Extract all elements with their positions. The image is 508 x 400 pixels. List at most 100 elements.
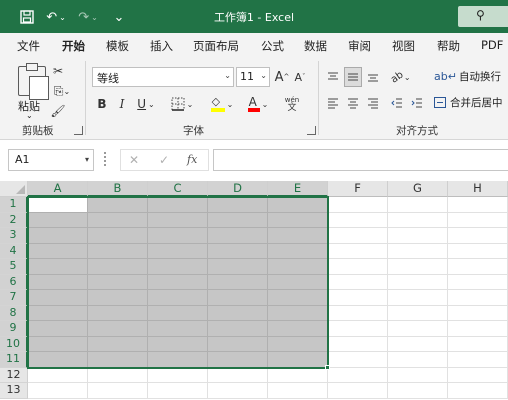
italic-button[interactable]: I [114,95,130,113]
cell-a12[interactable] [28,367,88,383]
cell-a9[interactable] [28,321,88,337]
cell-f10[interactable] [328,336,388,352]
cell-h7[interactable] [448,290,508,306]
worksheet-grid[interactable]: A B C D E F G H 1 2 3 4 5 6 7 8 9 10 11 12 13 [0,181,508,400]
cell-d1[interactable] [208,197,268,213]
cell-e7[interactable] [268,290,328,306]
cell-b12[interactable] [88,367,148,383]
cell-b8[interactable] [88,305,148,321]
cell-f1[interactable] [328,197,388,213]
cell-a11[interactable] [28,352,88,368]
cell-b13[interactable] [88,383,148,399]
format-painter-icon[interactable]: 🖌 [50,103,66,119]
cell-b7[interactable] [88,290,148,306]
cell-b2[interactable] [88,212,148,228]
cell-a5[interactable] [28,259,88,275]
cell-h10[interactable] [448,336,508,352]
cell-d6[interactable] [208,274,268,290]
row-header-10[interactable]: 10 [0,336,28,352]
tab-file[interactable]: 文件 [17,38,40,54]
search-box[interactable]: ⚲ [458,6,508,27]
cell-c6[interactable] [148,274,208,290]
font-name-select[interactable]: 等线 ⌄ [92,67,234,87]
column-header-a[interactable]: A [28,181,88,197]
cell-e4[interactable] [268,243,328,259]
merge-center-button[interactable]: 合并后居中 [434,95,503,110]
cell-e13[interactable] [268,383,328,399]
tab-view[interactable]: 视图 [392,38,415,54]
select-all-button[interactable] [0,181,28,197]
cell-g2[interactable] [388,212,448,228]
cell-d13[interactable] [208,383,268,399]
font-color-button[interactable]: A ⌄ [244,93,272,115]
formula-bar-splitter[interactable] [104,152,107,166]
cell-h6[interactable] [448,274,508,290]
cell-c2[interactable] [148,212,208,228]
cell-d7[interactable] [208,290,268,306]
cell-g11[interactable] [388,352,448,368]
column-header-g[interactable]: G [388,181,448,197]
row-header-4[interactable]: 4 [0,243,28,259]
insert-function-icon[interactable]: fx [187,153,197,166]
cell-c10[interactable] [148,336,208,352]
cell-d11[interactable] [208,352,268,368]
cell-a8[interactable] [28,305,88,321]
cell-c4[interactable] [148,243,208,259]
cell-b9[interactable] [88,321,148,337]
column-header-d[interactable]: D [208,181,268,197]
tab-formulas[interactable]: 公式 [261,38,284,54]
cell-e8[interactable] [268,305,328,321]
cell-f13[interactable] [328,383,388,399]
font-launcher-icon[interactable] [307,126,316,135]
row-header-13[interactable]: 13 [0,383,28,399]
cell-a2[interactable] [28,212,88,228]
cell-h12[interactable] [448,367,508,383]
cell-d2[interactable] [208,212,268,228]
wrap-text-button[interactable]: ab↵ 自动换行 [434,69,501,84]
cell-b1[interactable] [88,197,148,213]
align-right-icon[interactable] [364,93,382,113]
name-box[interactable]: A1 ▾ [8,149,94,171]
cell-c7[interactable] [148,290,208,306]
cell-a10[interactable] [28,336,88,352]
tab-help[interactable]: 帮助 [437,38,460,54]
cell-a6[interactable] [28,274,88,290]
cell-e11[interactable] [268,352,328,368]
font-size-select[interactable]: 11 ⌄ [236,67,270,87]
cell-h11[interactable] [448,352,508,368]
cell-e1[interactable] [268,197,328,213]
cell-d8[interactable] [208,305,268,321]
cell-b5[interactable] [88,259,148,275]
increase-font-button[interactable]: A ^ [274,68,290,86]
cell-b11[interactable] [88,352,148,368]
top-align-icon[interactable] [324,67,342,87]
cell-h2[interactable] [448,212,508,228]
column-header-c[interactable]: C [148,181,208,197]
cell-h8[interactable] [448,305,508,321]
cut-icon[interactable]: ✂ [50,63,66,79]
bold-button[interactable]: B [94,95,110,113]
orientation-icon[interactable]: ab ⌄ [388,67,414,87]
cell-f7[interactable] [328,290,388,306]
cell-c9[interactable] [148,321,208,337]
increase-indent-icon[interactable] [408,93,426,113]
cell-f9[interactable] [328,321,388,337]
cell-g12[interactable] [388,367,448,383]
decrease-indent-icon[interactable] [388,93,406,113]
tab-insert[interactable]: 插入 [150,38,173,54]
cell-a3[interactable] [28,228,88,244]
fill-handle[interactable] [325,364,330,370]
cell-f2[interactable] [328,212,388,228]
cell-c11[interactable] [148,352,208,368]
cell-g5[interactable] [388,259,448,275]
cell-f8[interactable] [328,305,388,321]
row-header-7[interactable]: 7 [0,290,28,306]
cell-c12[interactable] [148,367,208,383]
cell-h3[interactable] [448,228,508,244]
cell-h1[interactable] [448,197,508,213]
cell-e2[interactable] [268,212,328,228]
cell-h9[interactable] [448,321,508,337]
cell-d5[interactable] [208,259,268,275]
align-left-icon[interactable] [324,93,342,113]
cell-e10[interactable] [268,336,328,352]
